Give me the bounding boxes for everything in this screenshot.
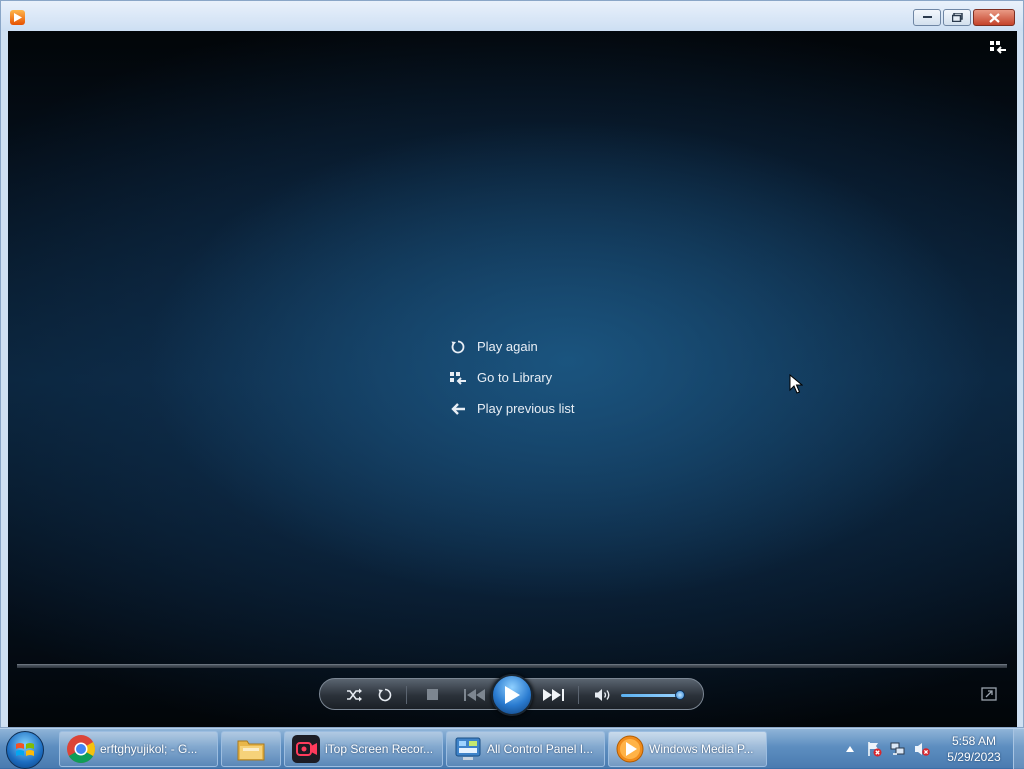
shuffle-icon <box>347 688 362 702</box>
switch-to-library-button[interactable] <box>989 39 1007 55</box>
clock-date: 5/29/2023 <box>947 750 1001 764</box>
play-previous-list-label: Play previous list <box>477 401 575 416</box>
chrome-icon <box>66 734 96 764</box>
play-again-item[interactable]: Play again <box>449 331 575 362</box>
replay-icon <box>449 339 467 355</box>
network-icon[interactable] <box>890 741 906 757</box>
shuffle-button[interactable] <box>344 685 364 705</box>
volume-slider[interactable] <box>621 694 683 697</box>
taskbar: erftghyujikol; - G... iTop Screen Recor.… <box>0 728 1024 769</box>
taskbar-item-explorer[interactable] <box>221 731 281 767</box>
taskbar-item-screen-recorder[interactable]: iTop Screen Recor... <box>284 731 443 767</box>
now-playing-area[interactable]: Play again Go to Library Play previous l… <box>8 31 1017 727</box>
media-player-window: Play again Go to Library Play previous l… <box>0 0 1024 728</box>
taskbar-item-label: erftghyujikol; - G... <box>100 742 198 756</box>
control-panel-icon <box>453 734 483 764</box>
close-icon <box>988 12 1000 23</box>
system-clock[interactable]: 5:58 AM 5/29/2023 <box>938 733 1010 765</box>
action-center-flag-icon[interactable] <box>866 741 882 757</box>
screen-recorder-icon <box>291 734 321 764</box>
taskbar-item-media-player[interactable]: Windows Media P... <box>608 731 767 767</box>
end-of-playback-menu: Play again Go to Library Play previous l… <box>449 331 575 424</box>
taskbar-item-chrome[interactable]: erftghyujikol; - G... <box>59 731 218 767</box>
previous-button[interactable] <box>460 685 490 705</box>
taskbar-item-label: All Control Panel I... <box>487 742 594 756</box>
show-desktop-button[interactable] <box>1013 729 1024 769</box>
divider <box>406 686 407 704</box>
windows-logo-icon <box>16 743 34 756</box>
repeat-button[interactable] <box>375 685 395 705</box>
back-arrow-icon <box>449 401 467 417</box>
folder-icon <box>236 734 266 764</box>
maximize-button[interactable] <box>943 9 971 26</box>
previous-icon <box>464 689 485 701</box>
minimize-icon <box>922 16 932 18</box>
volume-muted-icon[interactable] <box>914 741 930 757</box>
stop-button[interactable] <box>423 685 443 705</box>
go-to-library-item[interactable]: Go to Library <box>449 362 575 393</box>
start-button[interactable] <box>6 731 44 769</box>
play-again-label: Play again <box>477 339 538 354</box>
next-button[interactable] <box>538 685 568 705</box>
go-to-library-label: Go to Library <box>477 370 553 385</box>
library-icon <box>449 370 467 386</box>
show-hidden-icons-icon[interactable] <box>842 741 858 757</box>
minimize-button[interactable] <box>913 9 941 26</box>
next-icon <box>543 689 564 701</box>
title-bar[interactable] <box>1 1 1023 31</box>
wmp-icon[interactable] <box>10 10 25 25</box>
taskbar-item-label: iTop Screen Recor... <box>325 742 434 756</box>
system-tray <box>842 729 930 769</box>
play-previous-list-item[interactable]: Play previous list <box>449 393 575 424</box>
divider <box>578 686 579 704</box>
taskbar-item-control-panel[interactable]: All Control Panel I... <box>446 731 605 767</box>
seek-bar[interactable] <box>17 664 1007 668</box>
mute-button[interactable] <box>593 685 613 705</box>
mouse-cursor-icon <box>789 373 804 399</box>
maximize-icon <box>951 13 963 22</box>
full-screen-icon <box>981 687 997 701</box>
repeat-icon <box>378 688 392 702</box>
playback-controls <box>319 674 704 716</box>
close-button[interactable] <box>973 9 1015 26</box>
volume-icon <box>595 689 610 701</box>
taskbar-item-label: Windows Media P... <box>649 742 754 756</box>
switch-to-full-screen-button[interactable] <box>981 687 997 701</box>
stop-icon <box>427 689 438 700</box>
switch-to-library-icon <box>990 41 1006 54</box>
volume-slider-thumb[interactable] <box>674 690 685 700</box>
clock-time: 5:58 AM <box>951 734 997 748</box>
wmp-icon <box>615 734 645 764</box>
play-icon <box>505 686 520 704</box>
play-button[interactable] <box>491 674 533 716</box>
